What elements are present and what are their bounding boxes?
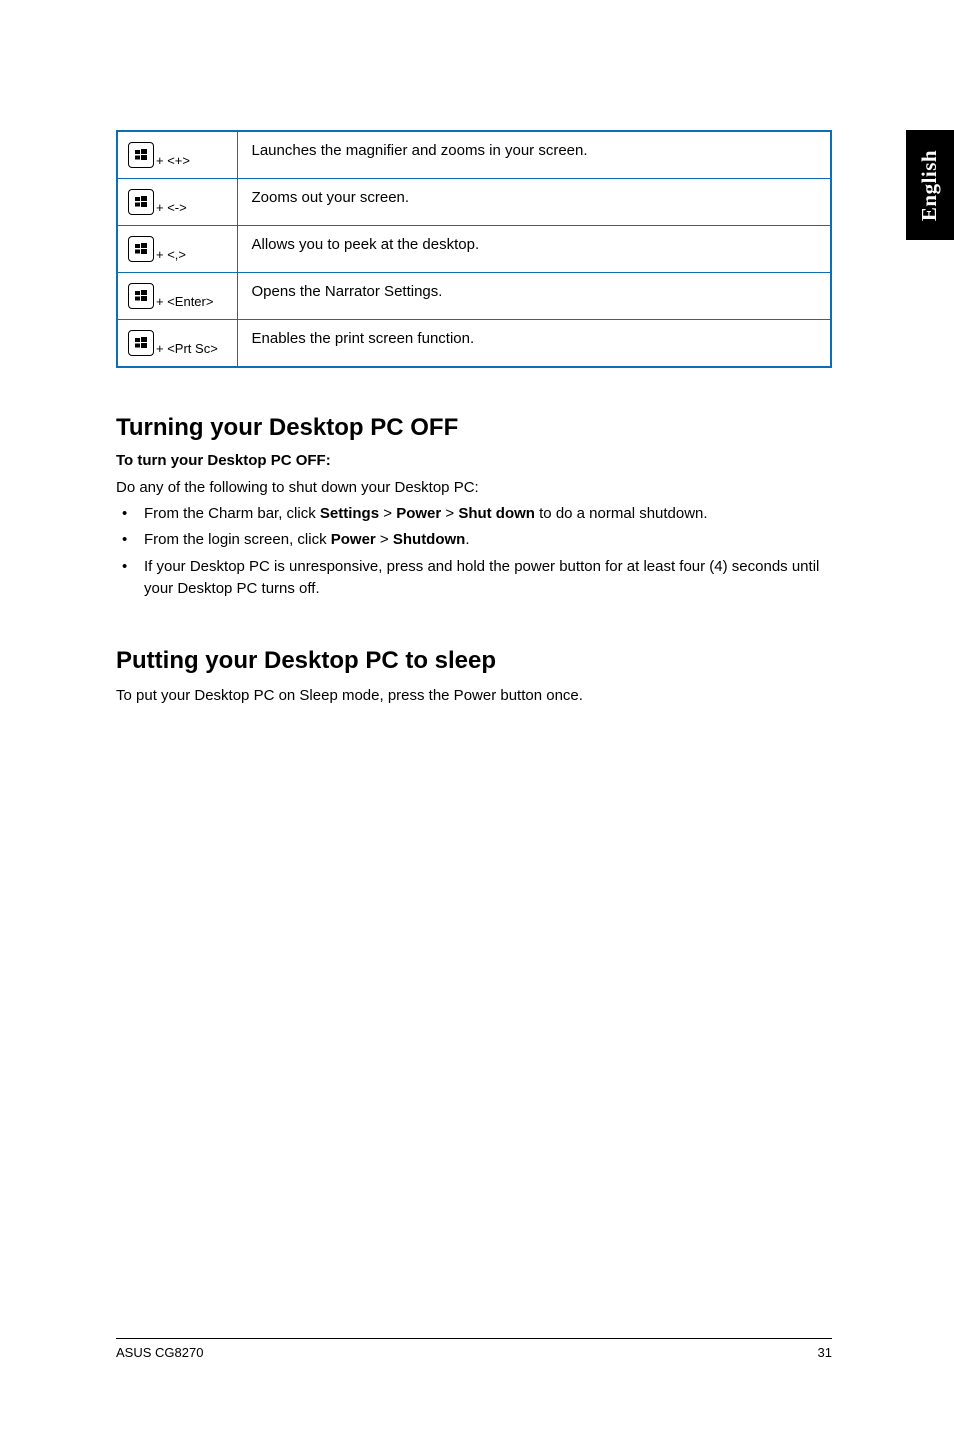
section-off-intro: Do any of the following to shut down you… [116, 477, 832, 499]
shortcut-key-cell: + <Prt Sc> [117, 320, 237, 368]
shortcut-table: + <+> Launches the magnifier and zooms in… [116, 130, 832, 368]
section-sleep-heading: Putting your Desktop PC to sleep [116, 647, 832, 675]
shortcut-key-cell: + <Enter> [117, 273, 237, 320]
shortcut-desc-cell: Enables the print screen function. [237, 320, 831, 368]
shortcut-desc-cell: Launches the magnifier and zooms in your… [237, 131, 831, 179]
page-content: + <+> Launches the magnifier and zooms in… [116, 130, 832, 711]
section-off-sub: To turn your Desktop PC OFF: [116, 452, 832, 469]
shortcut-key-cell: + <-> [117, 179, 237, 226]
page-footer: ASUS CG8270 31 [116, 1338, 832, 1360]
shortcut-desc-cell: Allows you to peek at the desktop. [237, 226, 831, 273]
language-label: English [918, 149, 943, 220]
shortcut-key-cell: + <+> [117, 131, 237, 179]
table-row: + <,> Allows you to peek at the desktop. [117, 226, 831, 273]
table-row: + <Enter> Opens the Narrator Settings. [117, 273, 831, 320]
section-off-heading: Turning your Desktop PC OFF [116, 414, 832, 442]
table-row: + <-> Zooms out your screen. [117, 179, 831, 226]
list-item: If your Desktop PC is unresponsive, pres… [116, 556, 832, 601]
footer-page-number: 31 [818, 1345, 832, 1360]
shortcut-key-suffix: + <Prt Sc> [156, 341, 218, 356]
section-sleep-body: To put your Desktop PC on Sleep mode, pr… [116, 685, 832, 707]
list-item: From the Charm bar, click Settings > Pow… [116, 503, 832, 526]
windows-key-icon [128, 330, 154, 356]
windows-key-icon [128, 236, 154, 262]
shortcut-desc-cell: Zooms out your screen. [237, 179, 831, 226]
shortcut-key-suffix: + <,> [156, 247, 186, 262]
shortcut-desc-cell: Opens the Narrator Settings. [237, 273, 831, 320]
shortcut-key-cell: + <,> [117, 226, 237, 273]
footer-product: ASUS CG8270 [116, 1345, 203, 1360]
shortcut-key-suffix: + <Enter> [156, 294, 213, 309]
windows-key-icon [128, 189, 154, 215]
language-tab: English [906, 130, 954, 240]
shortcut-key-suffix: + <-> [156, 200, 187, 215]
shortcut-key-suffix: + <+> [156, 153, 190, 168]
section-off-bullets: From the Charm bar, click Settings > Pow… [116, 503, 832, 601]
list-item: From the login screen, click Power > Shu… [116, 529, 832, 552]
windows-key-icon [128, 142, 154, 168]
windows-key-icon [128, 283, 154, 309]
table-row: + <Prt Sc> Enables the print screen funct… [117, 320, 831, 368]
table-row: + <+> Launches the magnifier and zooms in… [117, 131, 831, 179]
